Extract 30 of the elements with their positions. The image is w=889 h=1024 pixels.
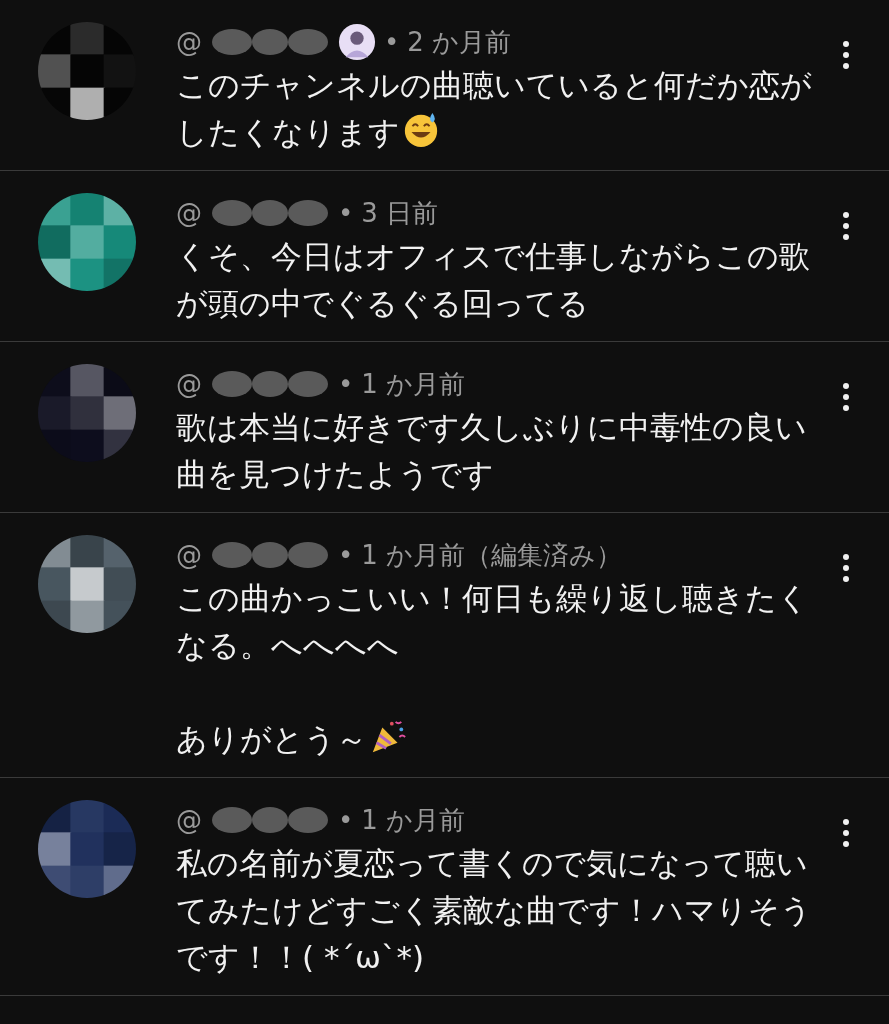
timestamp: 2 か月前 <box>407 25 512 59</box>
separator-dot: • <box>338 198 354 228</box>
timestamp: 3 日前 <box>361 196 439 230</box>
separator-dot: • <box>384 27 400 57</box>
username[interactable]: @ <box>176 540 202 570</box>
more-options-icon[interactable] <box>841 211 851 241</box>
username[interactable]: @ <box>176 805 202 835</box>
comment-text: くそ、今日はオフィスで仕事しながらこの歌が頭の中でぐるぐる回ってる <box>176 237 811 323</box>
comment-text: ありがとう～ <box>176 716 826 763</box>
comment-text: この曲かっこいい！何日も繰り返し聴きたくなる。へへへへ <box>176 579 810 665</box>
separator-dot: • <box>338 805 354 835</box>
username[interactable]: @ <box>176 369 202 399</box>
avatar[interactable] <box>38 535 136 633</box>
comment-text: このチャンネルの曲聴いていると何だか恋がしたくなります <box>176 66 813 152</box>
comment-text: 私の名前が夏恋って書くので気になって聴いてみたけどすごく素敵な曲です！ハマりそうです！！( *´ω`*) <box>176 844 813 977</box>
avatar[interactable] <box>38 193 136 291</box>
more-options-icon[interactable] <box>841 818 851 848</box>
more-options-icon[interactable] <box>841 553 851 583</box>
separator-dot: • <box>338 369 354 399</box>
timestamp: 1 か月前 <box>361 367 466 401</box>
username[interactable]: @ <box>176 27 202 57</box>
more-options-icon[interactable] <box>841 40 851 70</box>
username[interactable]: @ <box>176 198 202 228</box>
more-options-icon[interactable] <box>841 382 851 412</box>
timestamp: 1 か月前 <box>361 803 466 837</box>
separator-dot: • <box>338 540 354 570</box>
avatar[interactable] <box>38 800 136 898</box>
avatar[interactable] <box>38 22 136 120</box>
comment-text: 歌は本当に好きです久しぶりに中毒性の良い曲を見つけたようです <box>176 408 808 494</box>
timestamp: 1 か月前（編集済み） <box>361 538 623 572</box>
